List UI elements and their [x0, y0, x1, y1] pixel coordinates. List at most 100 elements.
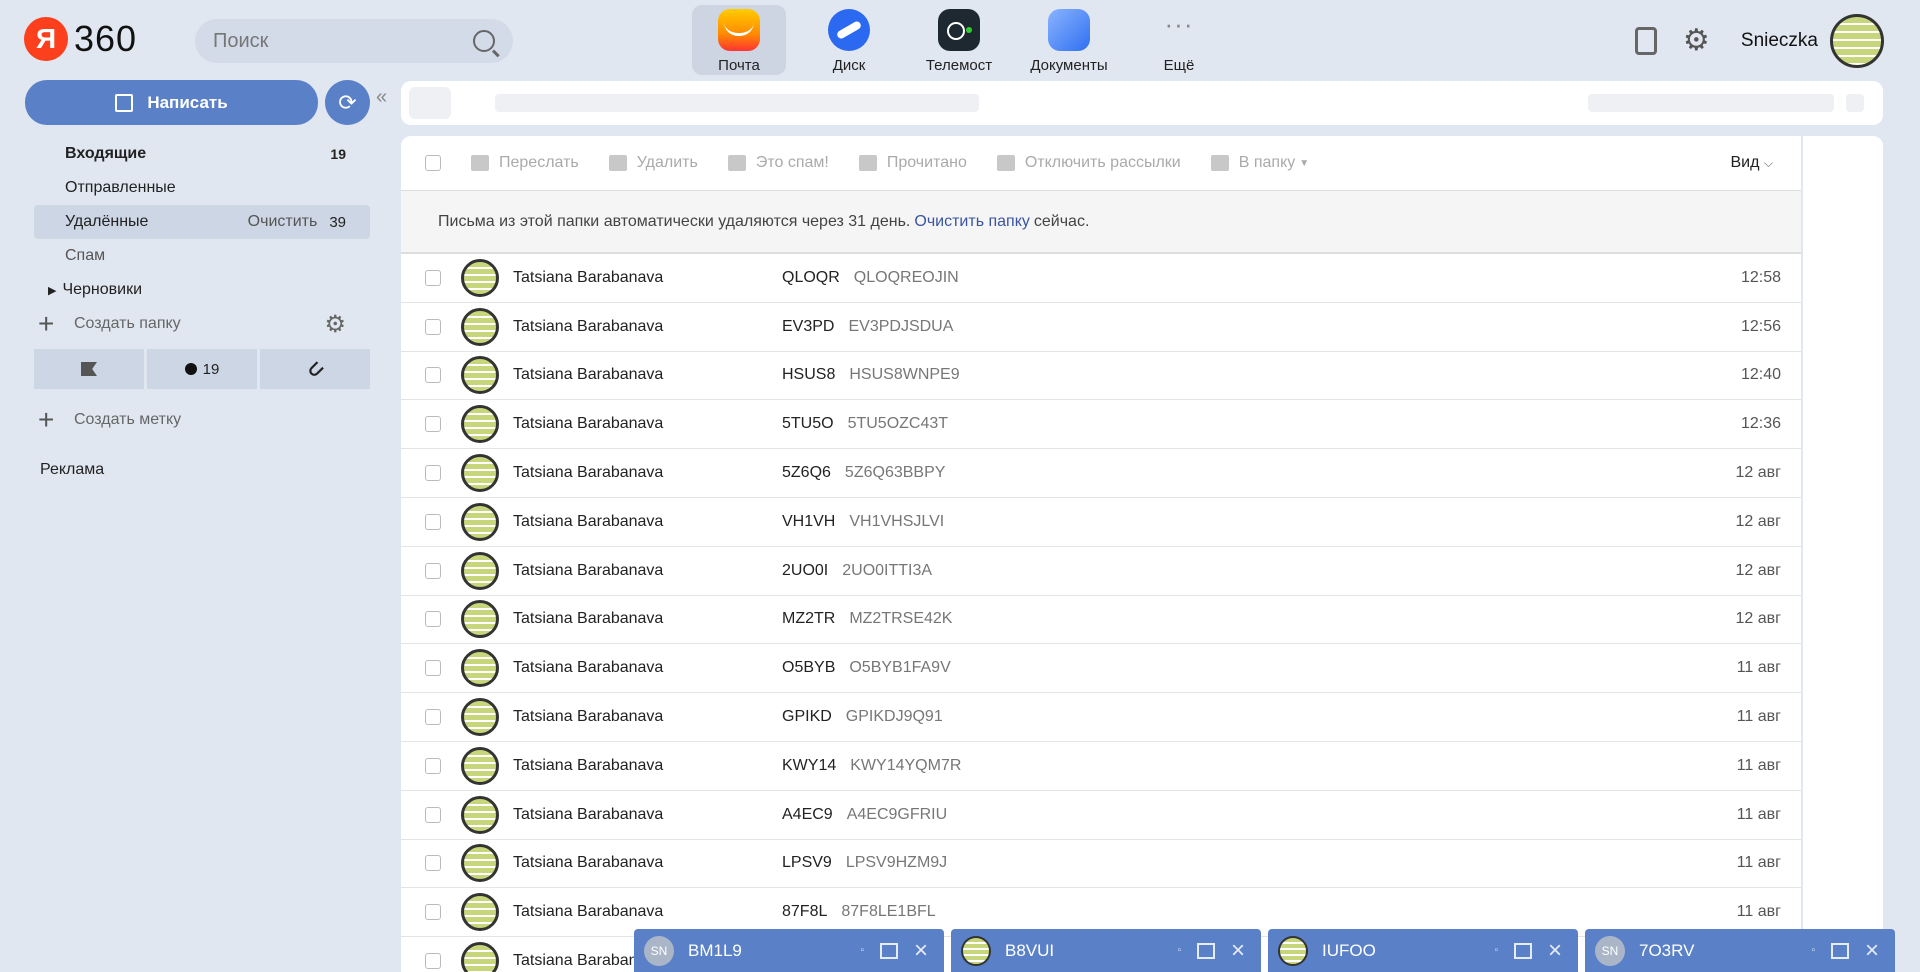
- maximize-icon[interactable]: [1513, 942, 1532, 959]
- message-checkbox[interactable]: [425, 465, 441, 482]
- minimize-icon[interactable]: ▫: [1177, 945, 1181, 956]
- folder-settings-gear-icon[interactable]: ⚙: [324, 310, 346, 339]
- spam-button[interactable]: Это спам!: [727, 154, 829, 172]
- message-row[interactable]: Tatsiana Barabanava LPSV9 LPSV9HZM9J 11 авг: [401, 840, 1801, 889]
- folder-drafts[interactable]: ▶ Черновики: [34, 273, 370, 307]
- app-label: Диск: [832, 57, 866, 74]
- app-disk[interactable]: Диск: [802, 5, 896, 75]
- message-time: 12 авг: [1735, 464, 1781, 482]
- message-row[interactable]: Tatsiana Barabanava EV3PD EV3PDJSDUA 12:56: [401, 303, 1801, 352]
- minimized-compose-windows: SN BM1L9 ▫ × B8VUI ▫ × IUFOO ▫ × SN 7O3RV ▫ ×: [634, 929, 1902, 972]
- minimize-icon[interactable]: ▫: [860, 945, 864, 956]
- close-icon[interactable]: ×: [1865, 937, 1879, 965]
- select-all-checkbox[interactable]: [425, 155, 441, 171]
- refresh-button[interactable]: ⟳: [325, 80, 370, 125]
- yandex-360-logo[interactable]: Я 360: [24, 17, 137, 61]
- message-row[interactable]: Tatsiana Barabanava O5BYB O5BYB1FA9V 11 авг: [401, 644, 1801, 694]
- unsubscribe-button[interactable]: Отключить рассылки: [996, 154, 1181, 172]
- message-row[interactable]: Tatsiana Barabanava HSUS8 HSUS8WNPE9 12:40: [401, 352, 1801, 401]
- compose-window-tab[interactable]: SN 7O3RV ▫ ×: [1585, 929, 1895, 972]
- maximize-icon[interactable]: [879, 942, 898, 959]
- phone-icon[interactable]: [1634, 27, 1657, 55]
- message-checkbox[interactable]: [425, 367, 441, 384]
- close-icon[interactable]: ×: [1231, 937, 1245, 965]
- maximize-icon[interactable]: [1196, 942, 1215, 959]
- message-checkbox[interactable]: [425, 562, 441, 579]
- filter-flagged[interactable]: [34, 349, 144, 389]
- notice-text: Письма из этой папки автоматически удаля…: [438, 212, 911, 230]
- message-row[interactable]: Tatsiana Barabanava 2UO0I 2UO0ITTI3A 12 авг: [401, 547, 1801, 596]
- message-row[interactable]: Tatsiana Barabanava 5TU5O 5TU5OZC43T 12:36: [401, 400, 1801, 450]
- folder-deleted[interactable]: Удалённые Очистить 39: [34, 205, 370, 239]
- collapse-sidebar-icon[interactable]: «: [376, 86, 387, 109]
- window-avatar: [961, 935, 991, 966]
- message-sender: Tatsiana Barabanava: [513, 464, 664, 482]
- logo-text: 360: [74, 18, 138, 59]
- message-checkbox[interactable]: [425, 757, 441, 774]
- app-more[interactable]: ··· Ещё: [1132, 5, 1226, 75]
- message-checkbox[interactable]: [425, 709, 441, 726]
- message-checkbox[interactable]: [425, 806, 441, 823]
- window-avatar: SN: [644, 935, 674, 966]
- create-folder-button[interactable]: + Создать папку ⚙: [34, 307, 370, 341]
- username[interactable]: Snieczka: [1741, 30, 1818, 52]
- message-checkbox[interactable]: [425, 855, 441, 872]
- delete-button[interactable]: Удалить: [608, 154, 698, 172]
- close-icon[interactable]: ×: [914, 937, 928, 965]
- message-row[interactable]: Tatsiana Barabanava A4EC9 A4EC9GFRIU 11 авг: [401, 791, 1801, 840]
- app-label: Телемост: [925, 57, 993, 74]
- create-label-button[interactable]: + Создать метку: [34, 403, 370, 437]
- message-checkbox[interactable]: [425, 904, 441, 921]
- folder-sent[interactable]: Отправленные: [34, 171, 370, 205]
- message-row[interactable]: Tatsiana Barabanava 5Z6Q6 5Z6Q63BBPY 12 авг: [401, 449, 1801, 498]
- folder-spam[interactable]: Спам: [34, 239, 370, 273]
- forward-button[interactable]: Переслать: [471, 154, 579, 172]
- app-telemost[interactable]: Телемост: [912, 5, 1006, 75]
- message-checkbox[interactable]: [425, 513, 441, 530]
- user-avatar[interactable]: [1830, 14, 1884, 68]
- maximize-icon[interactable]: [1830, 942, 1849, 959]
- compose-window-tab[interactable]: IUFOO ▫ ×: [1268, 929, 1578, 972]
- view-menu-button[interactable]: Вид ⌵: [1730, 154, 1773, 172]
- minimize-icon[interactable]: ▫: [1811, 945, 1815, 956]
- window-title: B8VUI: [1005, 940, 1055, 960]
- message-row[interactable]: Tatsiana Barabanava KWY14 KWY14YQM7R 11 авг: [401, 742, 1801, 791]
- message-checkbox[interactable]: [425, 269, 441, 286]
- message-checkbox[interactable]: [425, 416, 441, 433]
- search-icon[interactable]: [473, 30, 495, 52]
- message-sender: Tatsiana Barabanava: [513, 366, 664, 384]
- message-checkbox[interactable]: [425, 660, 441, 677]
- close-icon[interactable]: ×: [1548, 937, 1562, 965]
- compose-button[interactable]: Написать: [25, 80, 318, 125]
- message-checkbox[interactable]: [425, 611, 441, 628]
- folder-inbox[interactable]: Входящие 19: [34, 137, 370, 171]
- sender-avatar: [461, 405, 499, 444]
- move-to-folder-button[interactable]: В папку ▼: [1210, 154, 1309, 172]
- expand-triangle-icon[interactable]: ▶: [48, 284, 56, 297]
- mark-read-button[interactable]: Прочитано: [858, 154, 967, 172]
- message-preview: 5Z6Q63BBPY: [844, 464, 946, 482]
- message-checkbox[interactable]: [425, 953, 441, 970]
- message-preview: VH1VHSJLVI: [849, 512, 945, 530]
- clear-folder-link[interactable]: Очистить: [248, 213, 318, 231]
- message-sender: Tatsiana Barabanava: [513, 317, 664, 335]
- message-row[interactable]: Tatsiana Barabanava QLOQR QLOQREOJIN 12:58: [401, 254, 1801, 303]
- message-row[interactable]: Tatsiana Barabanava GPIKD GPIKDJ9Q91 11 авг: [401, 693, 1801, 742]
- message-row[interactable]: Tatsiana Barabanava MZ2TR MZ2TRSE42K 12 авг: [401, 596, 1801, 645]
- search-input[interactable]: Поиск: [195, 19, 513, 63]
- filter-unread[interactable]: 19: [147, 349, 257, 389]
- compose-window-tab[interactable]: B8VUI ▫ ×: [951, 929, 1261, 972]
- message-checkbox[interactable]: [425, 318, 441, 335]
- minimize-icon[interactable]: ▫: [1494, 945, 1498, 956]
- message-row[interactable]: Tatsiana Barabanava VH1VH VH1VHSJLVI 12 авг: [401, 498, 1801, 547]
- app-mail[interactable]: Почта: [692, 5, 786, 75]
- folder-name: Черновики: [62, 281, 143, 298]
- compose-window-tab[interactable]: SN BM1L9 ▫ ×: [634, 929, 944, 972]
- message-time: 11 авг: [1736, 756, 1781, 774]
- clear-folder-now-link[interactable]: Очистить папку: [914, 213, 1030, 231]
- settings-gear-icon[interactable]: ⚙: [1683, 26, 1713, 56]
- message-time: 11 авг: [1736, 708, 1781, 726]
- filter-attachments[interactable]: ⊂: [260, 349, 370, 389]
- skeleton-block: [495, 94, 979, 112]
- app-documents[interactable]: Документы: [1022, 5, 1116, 75]
